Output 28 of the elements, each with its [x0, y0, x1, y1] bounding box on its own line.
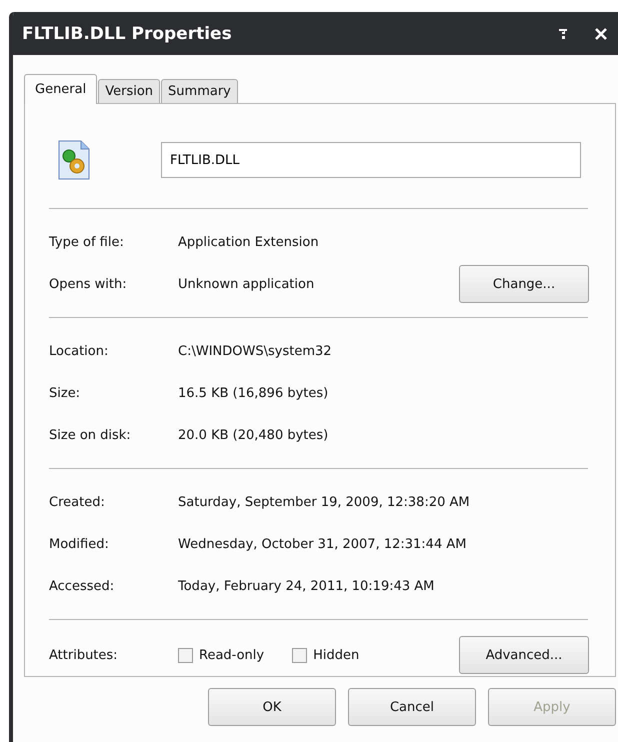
dialog-button[interactable]: Cancel: [348, 688, 476, 726]
field-label: Modified:: [49, 536, 110, 552]
field-value: 20.0 KB (20,480 bytes): [178, 428, 330, 442]
field-value: Application Extension: [178, 234, 320, 250]
field-value: 16.5 KB (16,896 bytes): [178, 386, 330, 400]
field-value: Wednesday, October 31, 2007, 12:31:44 AM: [178, 536, 468, 552]
window-title: FLTLIB.DLL Properties: [22, 24, 233, 44]
tab[interactable]: General: [24, 74, 98, 104]
checkbox-label: Hidden: [313, 648, 360, 662]
field-label: Attributes:: [49, 648, 119, 662]
dialog-button[interactable]: OK: [208, 688, 336, 726]
tab[interactable]: Version: [98, 79, 160, 103]
field-label: Location:: [49, 344, 110, 358]
advanced-button[interactable]: Advanced...: [459, 636, 589, 674]
change-button[interactable]: Change...: [459, 265, 589, 303]
field-label: Size on disk:: [49, 428, 132, 442]
file-name-field[interactable]: FLTLIB.DLL: [161, 142, 581, 178]
field-label: Created:: [49, 494, 106, 510]
field-value: Saturday, September 19, 2009, 12:38:20 AM: [178, 494, 471, 510]
field-label: Size:: [49, 386, 82, 400]
field-value: Today, February 24, 2011, 10:19:43 AM: [178, 578, 436, 594]
checkbox-label: Read-only: [199, 648, 264, 662]
field-label: Opens with:: [49, 276, 128, 292]
field-label: Accessed:: [49, 578, 116, 594]
field-label: Type of file:: [49, 234, 125, 250]
tab[interactable]: Summary: [161, 79, 238, 103]
field-value: C:\WINDOWS\system32: [178, 344, 333, 358]
field-value: Unknown application: [178, 276, 316, 292]
